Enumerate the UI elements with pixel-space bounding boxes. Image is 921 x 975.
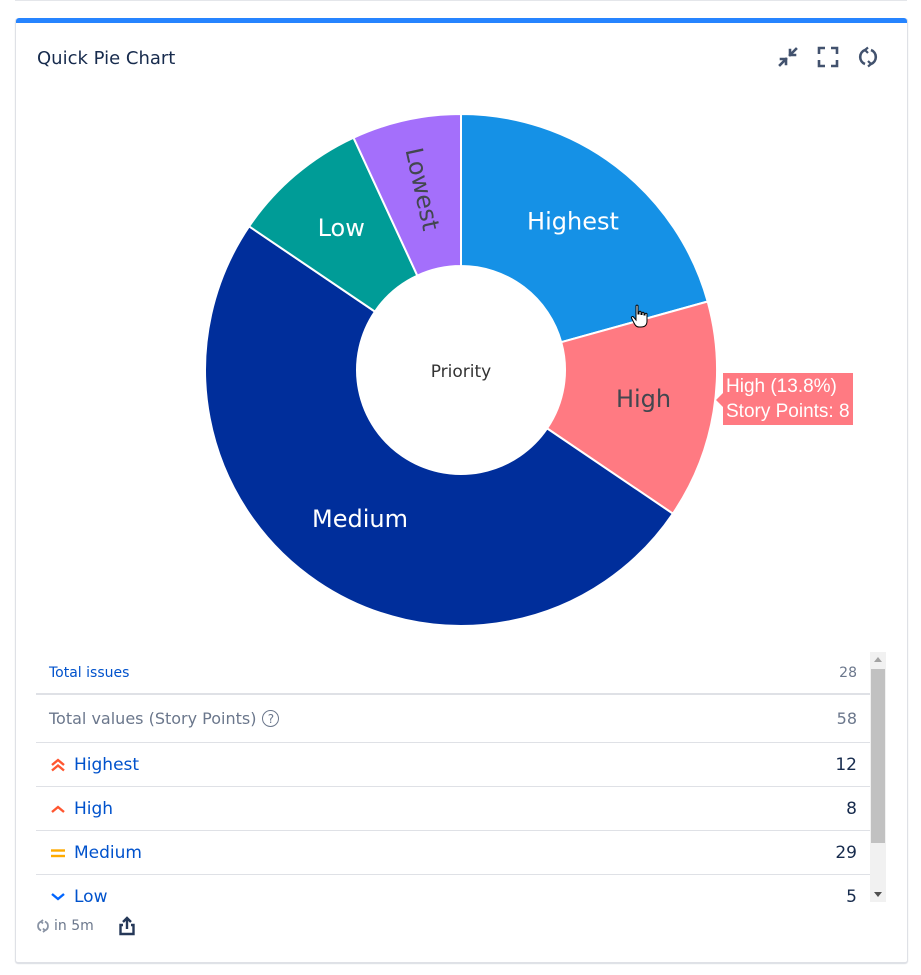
total-values-row: Total values (Story Points) ? 58 xyxy=(36,695,870,743)
scroll-thumb[interactable] xyxy=(871,669,885,843)
priority-value: 8 xyxy=(846,799,857,819)
summary-table: Total issues 28 Total values (Story Poin… xyxy=(36,652,886,902)
tooltip-line-2: Story Points: 8 xyxy=(726,399,850,424)
donut-chart: HighestHighMediumLowLowest Priority xyxy=(0,0,921,654)
donut-chart-svg: HighestHighMediumLowLowest Priority xyxy=(0,0,921,650)
refresh-timer-text: in 5m xyxy=(54,918,94,934)
priority-highest-icon xyxy=(49,756,67,774)
priority-label[interactable]: High xyxy=(74,799,113,819)
slice-label-highest: Highest xyxy=(527,208,619,236)
total-issues-label[interactable]: Total issues xyxy=(49,665,129,681)
priority-row-medium[interactable]: Medium 29 xyxy=(36,831,870,875)
priority-value: 5 xyxy=(846,887,857,903)
auto-refresh-icon xyxy=(36,919,50,933)
priority-value: 12 xyxy=(835,755,857,775)
share-icon[interactable] xyxy=(118,916,136,936)
slice-label-low: Low xyxy=(318,214,365,242)
center-label: Priority xyxy=(431,362,492,382)
total-issues-value: 28 xyxy=(839,665,857,681)
slice-tooltip: High (13.8%) Story Points: 8 xyxy=(723,373,853,425)
tooltip-line-1: High (13.8%) xyxy=(726,374,850,399)
hand-cursor-icon xyxy=(630,304,650,330)
priority-medium-icon xyxy=(49,844,67,862)
total-issues-row[interactable]: Total issues 28 xyxy=(36,652,870,695)
slice-label-medium: Medium xyxy=(312,505,408,533)
total-values-value: 58 xyxy=(837,709,857,728)
slice-label-high: High xyxy=(616,385,671,413)
gadget-footer: in 5m xyxy=(36,916,136,936)
priority-row-highest[interactable]: Highest 12 xyxy=(36,743,870,787)
priority-label[interactable]: Medium xyxy=(74,843,142,863)
table-scrollbar[interactable] xyxy=(870,652,886,902)
priority-label[interactable]: Highest xyxy=(74,755,139,775)
priority-low-icon xyxy=(49,888,67,903)
priority-high-icon xyxy=(49,800,67,818)
scroll-up-arrow-icon[interactable] xyxy=(874,657,882,662)
priority-label[interactable]: Low xyxy=(74,887,107,903)
priority-value: 29 xyxy=(835,843,857,863)
scroll-down-arrow-icon[interactable] xyxy=(874,892,882,897)
help-icon[interactable]: ? xyxy=(262,710,279,727)
priority-row-low[interactable]: Low 5 xyxy=(36,875,870,902)
total-values-label: Total values (Story Points) xyxy=(49,709,256,728)
priority-row-high[interactable]: High 8 xyxy=(36,787,870,831)
